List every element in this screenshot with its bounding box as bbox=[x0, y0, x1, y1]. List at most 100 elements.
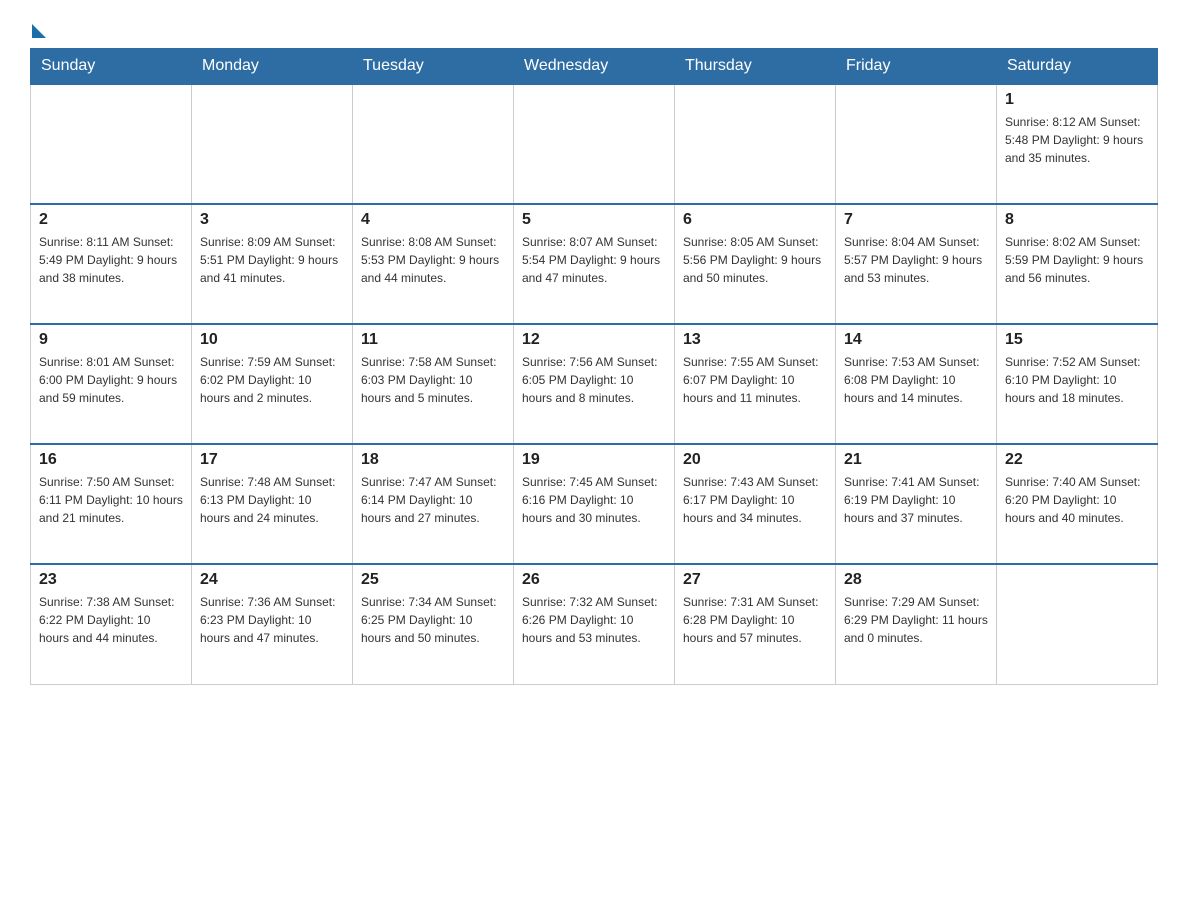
day-info: Sunrise: 8:01 AM Sunset: 6:00 PM Dayligh… bbox=[39, 353, 183, 407]
day-info: Sunrise: 7:36 AM Sunset: 6:23 PM Dayligh… bbox=[200, 593, 344, 647]
calendar-cell: 24Sunrise: 7:36 AM Sunset: 6:23 PM Dayli… bbox=[192, 564, 353, 684]
day-number: 19 bbox=[522, 451, 666, 469]
day-info: Sunrise: 8:05 AM Sunset: 5:56 PM Dayligh… bbox=[683, 233, 827, 287]
day-info: Sunrise: 8:08 AM Sunset: 5:53 PM Dayligh… bbox=[361, 233, 505, 287]
day-number: 4 bbox=[361, 211, 505, 229]
calendar-cell bbox=[192, 84, 353, 204]
calendar-cell: 26 Sunrise: 7:32 AM Sunset: 6:26 PM Dayli… bbox=[514, 564, 675, 684]
day-number: 3 bbox=[200, 211, 344, 229]
calendar-cell: 20 Sunrise: 7:43 AM Sunset: 6:17 PM Dayli… bbox=[675, 444, 836, 564]
day-number: 11 bbox=[361, 331, 505, 349]
calendar-cell: 9Sunrise: 8:01 AM Sunset: 6:00 PM Daylig… bbox=[31, 324, 192, 444]
day-header-thursday: Thursday bbox=[675, 49, 836, 85]
day-info: Sunrise: 8:11 AM Sunset: 5:49 PM Dayligh… bbox=[39, 233, 183, 287]
day-info: Sunrise: 7:52 AM Sunset: 6:10 PM Dayligh… bbox=[1005, 353, 1149, 407]
calendar-cell: 3 Sunrise: 8:09 AM Sunset: 5:51 PM Daylig… bbox=[192, 204, 353, 324]
calendar-cell: 17 Sunrise: 7:48 AM Sunset: 6:13 PM Dayli… bbox=[192, 444, 353, 564]
calendar-cell: 16 Sunrise: 7:50 AM Sunset: 6:11 PM Dayli… bbox=[31, 444, 192, 564]
day-number: 14 bbox=[844, 331, 988, 349]
day-info: Sunrise: 8:12 AM Sunset: 5:48 PM Dayligh… bbox=[1005, 113, 1149, 167]
day-info: Sunrise: 7:48 AM Sunset: 6:13 PM Dayligh… bbox=[200, 473, 344, 527]
day-number: 20 bbox=[683, 451, 827, 469]
day-info: Sunrise: 7:31 AM Sunset: 6:28 PM Dayligh… bbox=[683, 593, 827, 647]
day-number: 25 bbox=[361, 571, 505, 589]
calendar-cell: 21 Sunrise: 7:41 AM Sunset: 6:19 PM Dayli… bbox=[836, 444, 997, 564]
day-number: 18 bbox=[361, 451, 505, 469]
calendar-cell: 18 Sunrise: 7:47 AM Sunset: 6:14 PM Dayli… bbox=[353, 444, 514, 564]
day-number: 23 bbox=[39, 571, 183, 589]
calendar-cell: 11 Sunrise: 7:58 AM Sunset: 6:03 PM Dayli… bbox=[353, 324, 514, 444]
calendar-cell: 25 Sunrise: 7:34 AM Sunset: 6:25 PM Dayli… bbox=[353, 564, 514, 684]
day-number: 7 bbox=[844, 211, 988, 229]
calendar-cell: 10 Sunrise: 7:59 AM Sunset: 6:02 PM Dayli… bbox=[192, 324, 353, 444]
day-info: Sunrise: 7:58 AM Sunset: 6:03 PM Dayligh… bbox=[361, 353, 505, 407]
calendar-cell: 22 Sunrise: 7:40 AM Sunset: 6:20 PM Dayli… bbox=[997, 444, 1158, 564]
calendar-week-1: 1 Sunrise: 8:12 AM Sunset: 5:48 PM Daylig… bbox=[31, 84, 1158, 204]
calendar-cell: 7Sunrise: 8:04 AM Sunset: 5:57 PM Daylig… bbox=[836, 204, 997, 324]
calendar-week-4: 16 Sunrise: 7:50 AM Sunset: 6:11 PM Dayli… bbox=[31, 444, 1158, 564]
day-number: 13 bbox=[683, 331, 827, 349]
day-header-wednesday: Wednesday bbox=[514, 49, 675, 85]
day-info: Sunrise: 8:07 AM Sunset: 5:54 PM Dayligh… bbox=[522, 233, 666, 287]
day-number: 28 bbox=[844, 571, 988, 589]
day-number: 2 bbox=[39, 211, 183, 229]
day-info: Sunrise: 8:09 AM Sunset: 5:51 PM Dayligh… bbox=[200, 233, 344, 287]
day-number: 12 bbox=[522, 331, 666, 349]
day-info: Sunrise: 7:56 AM Sunset: 6:05 PM Dayligh… bbox=[522, 353, 666, 407]
day-info: Sunrise: 7:32 AM Sunset: 6:26 PM Dayligh… bbox=[522, 593, 666, 647]
day-number: 15 bbox=[1005, 331, 1149, 349]
calendar-cell bbox=[514, 84, 675, 204]
day-info: Sunrise: 7:50 AM Sunset: 6:11 PM Dayligh… bbox=[39, 473, 183, 527]
day-number: 17 bbox=[200, 451, 344, 469]
calendar-cell: 28 Sunrise: 7:29 AM Sunset: 6:29 PM Dayli… bbox=[836, 564, 997, 684]
day-info: Sunrise: 7:47 AM Sunset: 6:14 PM Dayligh… bbox=[361, 473, 505, 527]
calendar-cell: 4 Sunrise: 8:08 AM Sunset: 5:53 PM Daylig… bbox=[353, 204, 514, 324]
day-info: Sunrise: 7:45 AM Sunset: 6:16 PM Dayligh… bbox=[522, 473, 666, 527]
calendar-cell: 27 Sunrise: 7:31 AM Sunset: 6:28 PM Dayli… bbox=[675, 564, 836, 684]
day-info: Sunrise: 7:29 AM Sunset: 6:29 PM Dayligh… bbox=[844, 593, 988, 647]
calendar-cell: 19 Sunrise: 7:45 AM Sunset: 6:16 PM Dayli… bbox=[514, 444, 675, 564]
day-number: 26 bbox=[522, 571, 666, 589]
day-info: Sunrise: 7:59 AM Sunset: 6:02 PM Dayligh… bbox=[200, 353, 344, 407]
page-header bbox=[30, 20, 1158, 38]
day-header-tuesday: Tuesday bbox=[353, 49, 514, 85]
calendar-cell: 8Sunrise: 8:02 AM Sunset: 5:59 PM Daylig… bbox=[997, 204, 1158, 324]
day-number: 27 bbox=[683, 571, 827, 589]
calendar-cell: 2 Sunrise: 8:11 AM Sunset: 5:49 PM Daylig… bbox=[31, 204, 192, 324]
calendar-cell bbox=[997, 564, 1158, 684]
calendar-week-2: 2 Sunrise: 8:11 AM Sunset: 5:49 PM Daylig… bbox=[31, 204, 1158, 324]
calendar-cell: 6 Sunrise: 8:05 AM Sunset: 5:56 PM Daylig… bbox=[675, 204, 836, 324]
day-number: 6 bbox=[683, 211, 827, 229]
day-info: Sunrise: 7:41 AM Sunset: 6:19 PM Dayligh… bbox=[844, 473, 988, 527]
calendar-cell bbox=[31, 84, 192, 204]
day-number: 16 bbox=[39, 451, 183, 469]
calendar-cell: 13 Sunrise: 7:55 AM Sunset: 6:07 PM Dayli… bbox=[675, 324, 836, 444]
day-header-friday: Friday bbox=[836, 49, 997, 85]
calendar-cell: 12 Sunrise: 7:56 AM Sunset: 6:05 PM Dayli… bbox=[514, 324, 675, 444]
day-header-sunday: Sunday bbox=[31, 49, 192, 85]
day-info: Sunrise: 7:53 AM Sunset: 6:08 PM Dayligh… bbox=[844, 353, 988, 407]
calendar-cell: 14 Sunrise: 7:53 AM Sunset: 6:08 PM Dayli… bbox=[836, 324, 997, 444]
day-info: Sunrise: 7:38 AM Sunset: 6:22 PM Dayligh… bbox=[39, 593, 183, 647]
calendar-cell: 15 Sunrise: 7:52 AM Sunset: 6:10 PM Dayli… bbox=[997, 324, 1158, 444]
calendar-table: SundayMondayTuesdayWednesdayThursdayFrid… bbox=[30, 48, 1158, 685]
day-number: 22 bbox=[1005, 451, 1149, 469]
day-number: 1 bbox=[1005, 91, 1149, 109]
day-header-monday: Monday bbox=[192, 49, 353, 85]
calendar-week-5: 23 Sunrise: 7:38 AM Sunset: 6:22 PM Dayli… bbox=[31, 564, 1158, 684]
logo-arrow-icon bbox=[32, 24, 46, 38]
calendar-header-row: SundayMondayTuesdayWednesdayThursdayFrid… bbox=[31, 49, 1158, 85]
calendar-cell bbox=[836, 84, 997, 204]
day-info: Sunrise: 7:40 AM Sunset: 6:20 PM Dayligh… bbox=[1005, 473, 1149, 527]
day-info: Sunrise: 7:55 AM Sunset: 6:07 PM Dayligh… bbox=[683, 353, 827, 407]
day-header-saturday: Saturday bbox=[997, 49, 1158, 85]
calendar-cell bbox=[353, 84, 514, 204]
day-info: Sunrise: 7:34 AM Sunset: 6:25 PM Dayligh… bbox=[361, 593, 505, 647]
day-number: 10 bbox=[200, 331, 344, 349]
calendar-cell: 23 Sunrise: 7:38 AM Sunset: 6:22 PM Dayli… bbox=[31, 564, 192, 684]
day-info: Sunrise: 7:43 AM Sunset: 6:17 PM Dayligh… bbox=[683, 473, 827, 527]
calendar-cell: 5Sunrise: 8:07 AM Sunset: 5:54 PM Daylig… bbox=[514, 204, 675, 324]
calendar-week-3: 9Sunrise: 8:01 AM Sunset: 6:00 PM Daylig… bbox=[31, 324, 1158, 444]
day-number: 21 bbox=[844, 451, 988, 469]
logo bbox=[30, 20, 46, 38]
